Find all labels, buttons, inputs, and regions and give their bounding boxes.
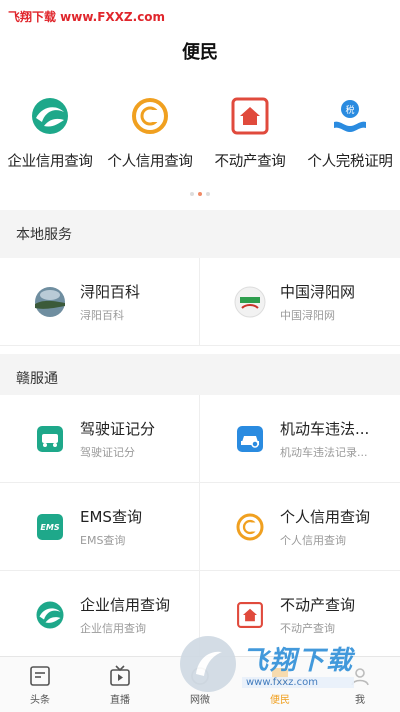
service-subtitle: 驾驶证记分 [80,445,135,459]
house-icon [230,96,270,136]
service-item-enterprise-credit[interactable]: 企业信用查询 企业信用查询 [0,571,200,659]
tab-headline[interactable]: 头条 [0,657,80,712]
headline-icon [28,664,52,688]
service-title: EMS查询 [80,507,142,526]
service-subtitle: 浔阳百科 [80,308,124,322]
ganfutong-grid: 驾驶证记分 驾驶证记分 机动车违法... 机动车违法记录... EMS EMS查… [0,395,400,659]
quick-item-label: 个人信用查询 [107,154,193,170]
quick-item-real-estate[interactable]: 不动产查询 [200,96,300,171]
service-title: 机动车违法... [280,419,370,438]
watermark-text: 飞翔下载 www.FXXZ.com [8,10,166,24]
page-indicator [0,192,400,196]
tab-label: 直播 [110,694,130,706]
page-dot [190,192,194,196]
service-title: 个人信用查询 [280,507,371,526]
tab-label: 头条 [30,694,50,706]
service-item-vehicle-violation[interactable]: 机动车违法... 机动车违法记录... [200,395,400,483]
section-header-local: 本地服务 [0,210,400,258]
quick-item-tax-certificate[interactable]: 税 个人完税证明 [300,96,400,171]
watermark-logo-icon [180,636,236,692]
service-item-personal-credit[interactable]: 个人信用查询 个人信用查询 [200,483,400,571]
service-subtitle: EMS查询 [80,533,126,547]
watermark-logo-text: 飞翔下载 [242,646,355,676]
live-tv-icon [108,664,132,688]
xunyang-baike-icon [34,286,66,318]
watermark-logo-url: www.fxxz.com [242,677,355,688]
service-subtitle: 个人信用查询 [280,533,346,547]
ems-icon: EMS [34,511,66,543]
service-title: 中国浔阳网 [280,282,356,301]
quick-item-label: 不动产查询 [214,154,286,170]
service-item-xunyang-baike[interactable]: 浔阳百科 浔阳百科 [0,258,200,346]
personal-credit-icon [130,96,170,136]
watermark-logo: 飞翔下载 www.fxxz.com [180,630,394,698]
page-dot-active [198,192,202,196]
quick-item-enterprise-credit[interactable]: 企业信用查询 [0,96,100,171]
vehicle-violation-icon [234,423,266,455]
service-title: 不动产查询 [280,595,356,614]
service-title: 驾驶证记分 [80,419,156,438]
service-subtitle: 中国浔阳网 [280,308,335,322]
quick-item-label: 个人完税证明 [307,154,393,170]
quick-item-label: 企业信用查询 [7,154,93,170]
page-title: 便民 [182,42,218,63]
service-item-driver-license[interactable]: 驾驶证记分 驾驶证记分 [0,395,200,483]
page-dot [206,192,210,196]
tax-certificate-icon: 税 [330,96,370,136]
svg-text:EMS: EMS [40,523,59,532]
xunyang-net-icon [234,286,266,318]
local-services-grid: 浔阳百科 浔阳百科 中国浔阳网 中国浔阳网 [0,258,400,346]
svg-text:税: 税 [345,104,354,116]
enterprise-credit-icon [34,599,66,631]
service-title: 浔阳百科 [80,282,141,301]
service-subtitle: 企业信用查询 [80,621,146,635]
enterprise-credit-icon [30,96,70,136]
quick-item-personal-credit[interactable]: 个人信用查询 [100,96,200,171]
quick-access-row: 企业信用查询 个人信用查询 不动产查询 税 个人完税证明 [0,96,400,171]
service-subtitle: 机动车违法记录... [280,445,368,459]
personal-credit-icon [234,511,266,543]
service-title: 企业信用查询 [80,595,171,614]
house-icon [234,599,266,631]
service-item-ems[interactable]: EMS EMS查询 EMS查询 [0,483,200,571]
driver-license-icon [34,423,66,455]
service-item-xunyang-net[interactable]: 中国浔阳网 中国浔阳网 [200,258,400,346]
tab-live[interactable]: 直播 [80,657,160,712]
